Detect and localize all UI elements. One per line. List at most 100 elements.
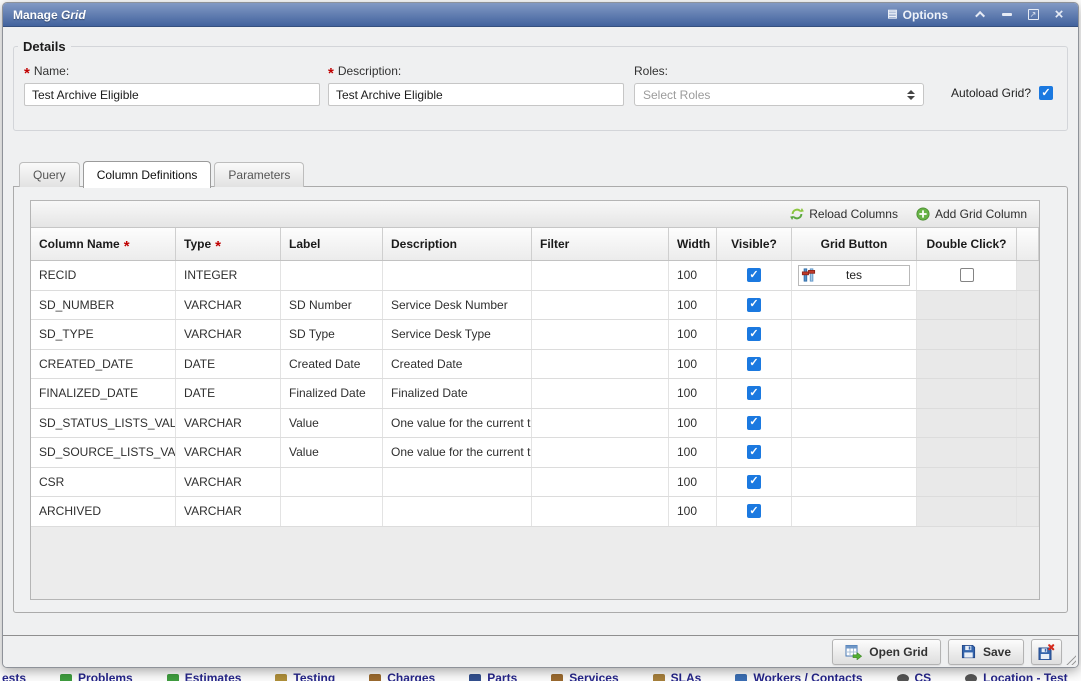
column-header-label[interactable]: Label <box>281 228 383 260</box>
menu-item-label: Estimates <box>185 671 242 681</box>
cell-grid-button <box>792 350 917 379</box>
visible-checkbox[interactable]: ✓ <box>747 327 761 341</box>
column-header-spacer <box>1017 228 1039 260</box>
open-grid-button[interactable]: Open Grid <box>832 639 941 665</box>
cell-type: INTEGER <box>176 261 281 290</box>
cell-width: 100 <box>669 497 717 526</box>
save-button[interactable]: Save <box>948 639 1024 665</box>
cell-description: One value for the current t... <box>383 409 532 438</box>
description-input[interactable] <box>328 83 624 106</box>
cell-label <box>281 497 383 526</box>
menu-item-services[interactable]: Services <box>551 671 618 681</box>
visible-checkbox[interactable]: ✓ <box>747 268 761 282</box>
cell-description <box>383 497 532 526</box>
visible-checkbox[interactable]: ✓ <box>747 475 761 489</box>
menu-item-estimates[interactable]: Estimates <box>167 671 242 681</box>
cell-grid-button <box>792 497 917 526</box>
menu-item-testing[interactable]: Testing <box>275 671 335 681</box>
visible-checkbox[interactable]: ✓ <box>747 445 761 459</box>
visible-checkbox[interactable]: ✓ <box>747 386 761 400</box>
column-header-filter[interactable]: Filter <box>532 228 669 260</box>
cell-type: VARCHAR <box>176 438 281 467</box>
cell-spacer <box>1017 497 1039 526</box>
options-button[interactable]: ▤ Options <box>887 8 948 22</box>
reload-columns-button[interactable]: Reload Columns <box>790 207 898 221</box>
menu-item-workers-contacts[interactable]: Workers / Contacts <box>735 671 862 681</box>
menu-item-label: SLAs <box>671 671 702 681</box>
select-arrows-icon <box>907 90 915 100</box>
roles-select[interactable]: Select Roles <box>634 83 924 106</box>
save-and-close-button[interactable] <box>1031 639 1062 665</box>
brown-icon <box>551 674 563 681</box>
menu-item-problems[interactable]: Problems <box>60 671 133 681</box>
column-definitions-panel: Reload Columns Add Grid Column Column Na… <box>13 186 1068 613</box>
cell-column-name: CREATED_DATE <box>31 350 176 379</box>
grid-row-sd-number: SD_NUMBERVARCHARSD NumberService Desk Nu… <box>31 291 1039 321</box>
grid-row-sd-type: SD_TYPEVARCHARSD TypeService Desk Type10… <box>31 320 1039 350</box>
column-header-width[interactable]: Width <box>669 228 717 260</box>
dialog-title: Manage Grid <box>13 8 86 22</box>
manage-grid-dialog: Manage Grid ▤ Options ↗ × Details * Name… <box>2 2 1079 668</box>
add-grid-column-button[interactable]: Add Grid Column <box>916 207 1027 221</box>
logo-icon <box>897 674 909 681</box>
grid-row-finalized-date: FINALIZED_DATEDATEFinalized DateFinalize… <box>31 379 1039 409</box>
cell-grid-button <box>792 468 917 497</box>
grid-row-created-date: CREATED_DATEDATECreated DateCreated Date… <box>31 350 1039 380</box>
cell-visible: ✓ <box>717 409 792 438</box>
cell-label: Value <box>281 438 383 467</box>
popout-button[interactable]: ↗ <box>1024 7 1042 23</box>
column-header-type[interactable]: Type* <box>176 228 281 260</box>
minimize-button[interactable] <box>998 7 1016 23</box>
column-header-visible[interactable]: Visible? <box>717 228 792 260</box>
cell-description <box>383 468 532 497</box>
cell-spacer <box>1017 320 1039 349</box>
autoload-grid-checkbox[interactable]: ✓ <box>1039 86 1053 100</box>
reload-icon <box>790 207 804 221</box>
menu-item-parts[interactable]: Parts <box>469 671 517 681</box>
cell-filter <box>532 320 669 349</box>
column-header-grid-button[interactable]: Grid Button <box>792 228 917 260</box>
double-click-checkbox[interactable] <box>960 268 974 282</box>
visible-checkbox[interactable]: ✓ <box>747 298 761 312</box>
resize-handle[interactable] <box>1065 654 1076 665</box>
cell-width: 100 <box>669 409 717 438</box>
name-label: * Name: <box>24 64 320 78</box>
tab-parameters[interactable]: Parameters <box>214 162 304 187</box>
column-header-column-name[interactable]: Column Name* <box>31 228 176 260</box>
tan-icon <box>653 674 665 681</box>
cell-visible: ✓ <box>717 291 792 320</box>
close-button[interactable]: × <box>1050 7 1068 23</box>
cell-spacer <box>1017 291 1039 320</box>
cell-label: Finalized Date <box>281 379 383 408</box>
collapse-button[interactable] <box>972 7 990 23</box>
cell-filter <box>532 497 669 526</box>
tab-column-definitions[interactable]: Column Definitions <box>83 161 212 188</box>
minimize-icon <box>1002 13 1012 16</box>
column-header-label: Grid Button <box>821 237 888 251</box>
menu-item-ests[interactable]: ests <box>2 671 26 681</box>
menu-item-label: Problems <box>78 671 133 681</box>
column-header-double-click[interactable]: Double Click? <box>917 228 1017 260</box>
dialog-titlebar[interactable]: Manage Grid ▤ Options ↗ × <box>3 3 1078 27</box>
visible-checkbox[interactable]: ✓ <box>747 416 761 430</box>
tab-query[interactable]: Query <box>19 162 80 187</box>
grid-row-recid: RECIDINTEGER100✓tes <box>31 261 1039 291</box>
cell-width: 100 <box>669 291 717 320</box>
leaf-icon <box>167 674 179 681</box>
column-header-description[interactable]: Description <box>383 228 532 260</box>
menu-item-location-test[interactable]: Location - Test <box>965 671 1067 681</box>
cell-column-name: ARCHIVED <box>31 497 176 526</box>
menu-item-charges[interactable]: Charges <box>369 671 435 681</box>
cell-description: Service Desk Number <box>383 291 532 320</box>
cell-width: 100 <box>669 350 717 379</box>
cell-spacer <box>1017 438 1039 467</box>
description-label: * Description: <box>328 64 624 78</box>
visible-checkbox[interactable]: ✓ <box>747 357 761 371</box>
menu-item-cs[interactable]: CS <box>897 671 932 681</box>
grid-button-input[interactable]: tes <box>798 265 910 286</box>
visible-checkbox[interactable]: ✓ <box>747 504 761 518</box>
name-input[interactable] <box>24 83 320 106</box>
cell-label: Value <box>281 409 383 438</box>
menu-item-label: Services <box>569 671 618 681</box>
menu-item-slas[interactable]: SLAs <box>653 671 702 681</box>
